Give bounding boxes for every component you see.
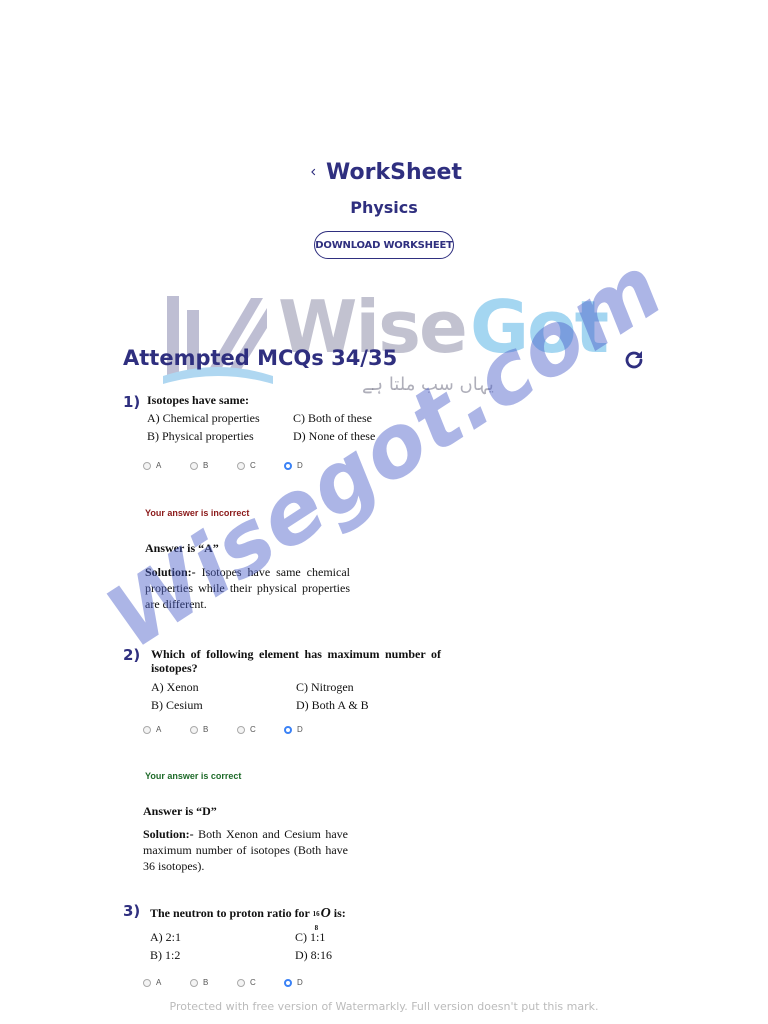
option-a: A) Chemical properties (147, 411, 260, 425)
radio-circle (190, 461, 198, 470)
radio-circle (190, 725, 198, 734)
option-a: A) Xenon (151, 680, 199, 694)
radio-b[interactable]: B (190, 725, 237, 734)
attempted-count: Attempted MCQs 34/35 (123, 346, 398, 370)
answer-radio-group: A B C D (143, 978, 331, 987)
option-d: D) 8:16 (295, 948, 332, 962)
radio-c[interactable]: C (237, 725, 284, 734)
radio-b[interactable]: B (190, 978, 237, 987)
correct-answer: Answer is “D” (143, 804, 217, 818)
radio-circle (237, 461, 245, 470)
chevron-left-icon (311, 168, 316, 176)
radio-d[interactable]: D (284, 978, 331, 987)
option-d: D) Both A & B (296, 698, 369, 712)
answer-radio-group: A B C D (143, 725, 331, 734)
question-text: The neutron to proton ratio for 16 8 O is: (150, 906, 346, 932)
option-c: C) Nitrogen (296, 680, 354, 694)
question-number: 3) (123, 902, 141, 920)
option-b: B) Physical properties (147, 429, 254, 443)
radio-d[interactable]: D (284, 725, 331, 734)
radio-a[interactable]: A (143, 461, 190, 470)
radio-circle (143, 978, 151, 987)
solution-text: Solution:- Both Xenon and Cesium have ma… (143, 827, 348, 873)
radio-b[interactable]: B (190, 461, 237, 470)
radio-circle-selected (284, 725, 292, 734)
option-c: C) 1:1 (295, 930, 326, 944)
watermark-footer-text: Protected with free version of Watermark… (169, 1000, 599, 1013)
radio-circle (143, 461, 151, 470)
page-title: WorkSheet (326, 159, 462, 185)
subject-title: Physics (350, 198, 418, 217)
wisegot-logo-watermark (163, 296, 273, 384)
question-text: Isotopes have same: (147, 393, 249, 407)
question-text: Which of following element has maximum n… (151, 647, 441, 675)
radio-circle (237, 978, 245, 987)
radio-circle (143, 725, 151, 734)
download-worksheet-button[interactable]: DOWNLOAD WORKSHEET (314, 231, 454, 259)
radio-circle (190, 978, 198, 987)
option-b: B) Cesium (151, 698, 203, 712)
radio-circle (237, 725, 245, 734)
question-number: 1) (123, 393, 141, 411)
option-b: B) 1:2 (150, 948, 181, 962)
radio-c[interactable]: C (237, 978, 284, 987)
radio-a[interactable]: A (143, 978, 190, 987)
answer-status-correct: Your answer is correct (145, 771, 242, 781)
radio-a[interactable]: A (143, 725, 190, 734)
radio-circle-selected (284, 978, 292, 987)
option-a: A) 2:1 (150, 930, 181, 944)
back-button[interactable]: WorkSheet (310, 156, 462, 188)
